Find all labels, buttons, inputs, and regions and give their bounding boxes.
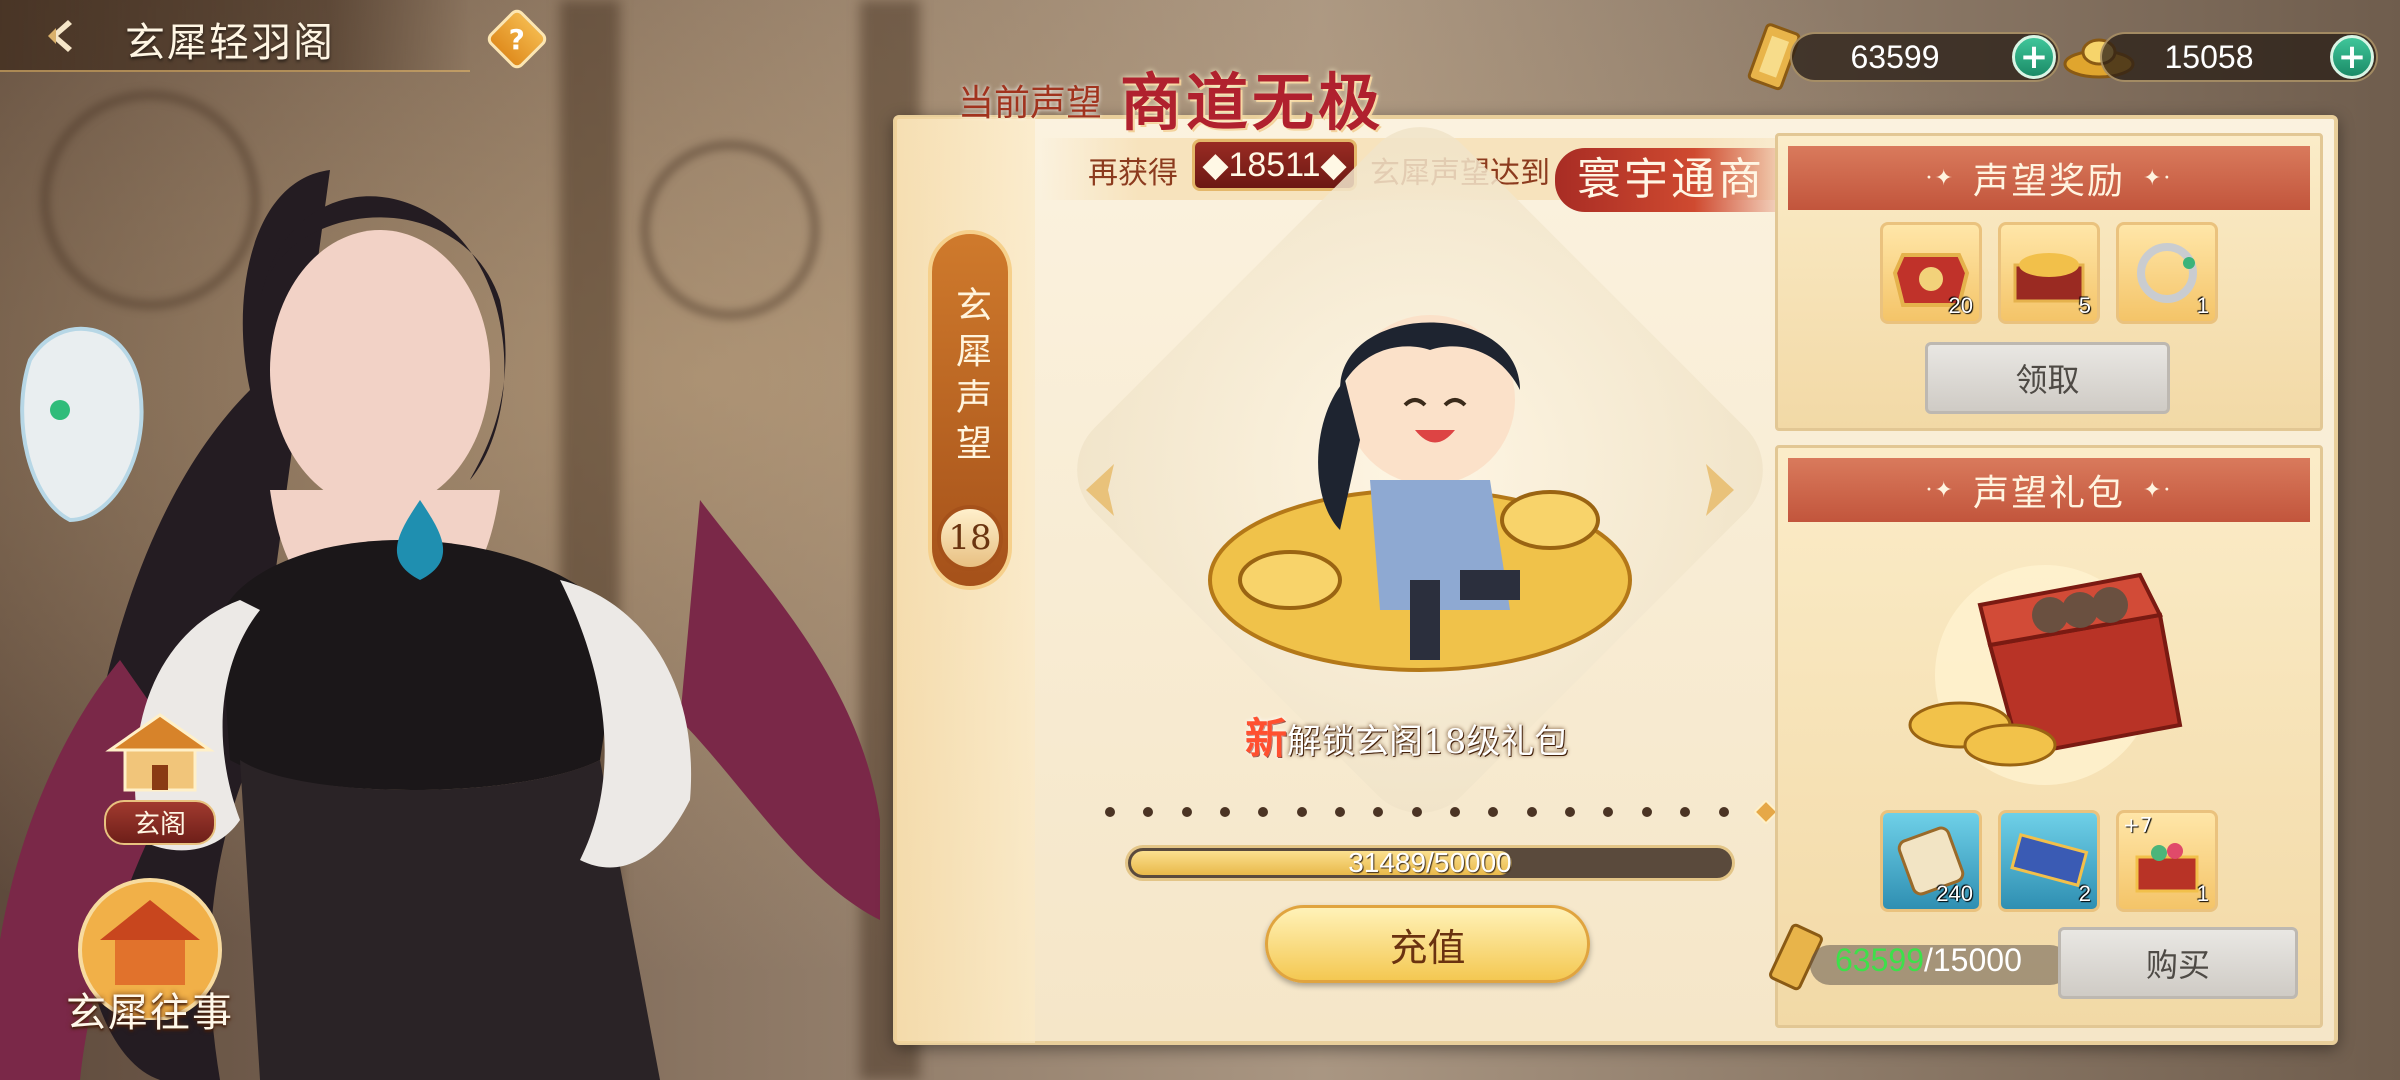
chevron-right-icon (1706, 464, 1734, 516)
back-button[interactable] (40, 14, 84, 58)
unlock-text: 新解锁玄阁18级礼包 (1245, 705, 1568, 766)
reward-item-3[interactable]: 1 (2116, 222, 2218, 324)
buy-label: 购买 (2145, 946, 2210, 984)
needed-reputation: ◆18511◆ (1192, 139, 1357, 191)
ornament-icon: ·✦ (1925, 477, 1955, 503)
item-count: 20 (1948, 293, 1973, 318)
page-dot (1488, 807, 1499, 817)
currency-tickets: 63599 + (1790, 32, 2060, 82)
next-arrow[interactable] (1700, 460, 1740, 520)
gift-card-title: 声望礼包 (1972, 473, 2125, 514)
current-rank-name: 商道无极 (1120, 66, 1385, 139)
recharge-button[interactable]: 充值 (1265, 905, 1590, 983)
chibi-character-showcase (1160, 280, 1680, 700)
gift-item-2[interactable]: 2 (1998, 810, 2100, 912)
back-arrow-icon (48, 20, 72, 52)
owned-amount: 63599 (1835, 942, 1924, 978)
new-badge: 新 (1245, 714, 1288, 763)
next-rank-name: 寰宇通商 (1555, 148, 1787, 212)
ticket-count: 63599 (1850, 39, 1940, 75)
ingot-count: 15058 (2164, 39, 2254, 75)
page-dot (1105, 807, 1115, 817)
page-dot (1450, 807, 1461, 817)
current-rank-label: 当前声望 (958, 83, 1103, 124)
claim-button[interactable]: 领取 (1925, 342, 2170, 414)
reward-item-2[interactable]: 5 (1998, 222, 2100, 324)
item-count: 1 (2196, 293, 2209, 318)
chevron-left-icon (1086, 464, 1114, 516)
prev-arrow[interactable] (1080, 460, 1120, 520)
page-dot (1220, 807, 1231, 817)
page-dot (1373, 807, 1384, 817)
claim-label: 领取 (2015, 361, 2080, 399)
progress-text: 31489/50000 (1348, 847, 1512, 878)
extra-items-count: +7 (2123, 813, 2153, 837)
page-dot (1526, 807, 1537, 817)
page-dot (1143, 807, 1154, 817)
add-tickets-button[interactable]: + (2012, 35, 2056, 79)
recharge-label: 充值 (1389, 925, 1466, 970)
ornament-icon: ✦· (2143, 477, 2173, 503)
unlock-label: 解锁玄阁18级礼包 (1287, 722, 1569, 762)
page-dot (1258, 807, 1269, 817)
required-amount: /15000 (1923, 942, 2022, 978)
page-indicator (1105, 799, 1779, 825)
reward-card-header: ·✦ 声望奖励 ✦· (1788, 146, 2310, 210)
item-count: 240 (1936, 881, 1973, 906)
question-icon: ? (508, 22, 526, 56)
again-label: 再获得 (1088, 156, 1178, 191)
gift-item-1[interactable]: 240 (1880, 810, 1982, 912)
currency-ingots: 15058 + (2100, 32, 2378, 82)
side-item-xuange-label: 玄阁 (103, 800, 216, 845)
page-dot (1718, 807, 1729, 817)
ornament-icon: ·✦ (1925, 165, 1955, 191)
item-count: 2 (2078, 881, 2091, 906)
reputation-progress-bar: 31489/50000 (1125, 845, 1735, 881)
ornament-icon: ✦· (2143, 165, 2173, 191)
pavilion-icon (105, 713, 215, 792)
side-item-xuange[interactable]: 玄阁 (100, 710, 220, 845)
add-ingots-button[interactable]: + (2330, 35, 2374, 79)
reputation-level-badge: 18 (937, 505, 1003, 571)
side-item-past-events[interactable]: 玄犀往事 (60, 870, 240, 1038)
reward-card-title: 声望奖励 (1972, 161, 2125, 202)
page-dot (1296, 807, 1307, 817)
tab-label: 玄犀声望 (950, 286, 991, 470)
gift-item-3[interactable]: +7 1 (2116, 810, 2218, 912)
gift-chest-illustration (1880, 555, 2210, 785)
page-title: 玄犀轻羽阁 (125, 20, 335, 66)
buy-button[interactable]: 购买 (2058, 927, 2298, 999)
page-dot (1411, 807, 1422, 817)
page-dot (1565, 807, 1576, 817)
price-text: 63599/15000 (1835, 942, 2022, 979)
reward-item-1[interactable]: 20 (1880, 222, 1982, 324)
page-dot (1680, 807, 1691, 817)
page-dot (1603, 807, 1614, 817)
gift-card-header: ·✦ 声望礼包 ✦· (1788, 458, 2310, 522)
page-dot (1335, 807, 1346, 817)
item-count: 5 (2078, 293, 2091, 318)
side-item-past-events-label: 玄犀往事 (66, 990, 234, 1036)
page-dot (1181, 807, 1192, 817)
page-dot (1641, 807, 1652, 817)
item-count: 1 (2196, 881, 2209, 906)
